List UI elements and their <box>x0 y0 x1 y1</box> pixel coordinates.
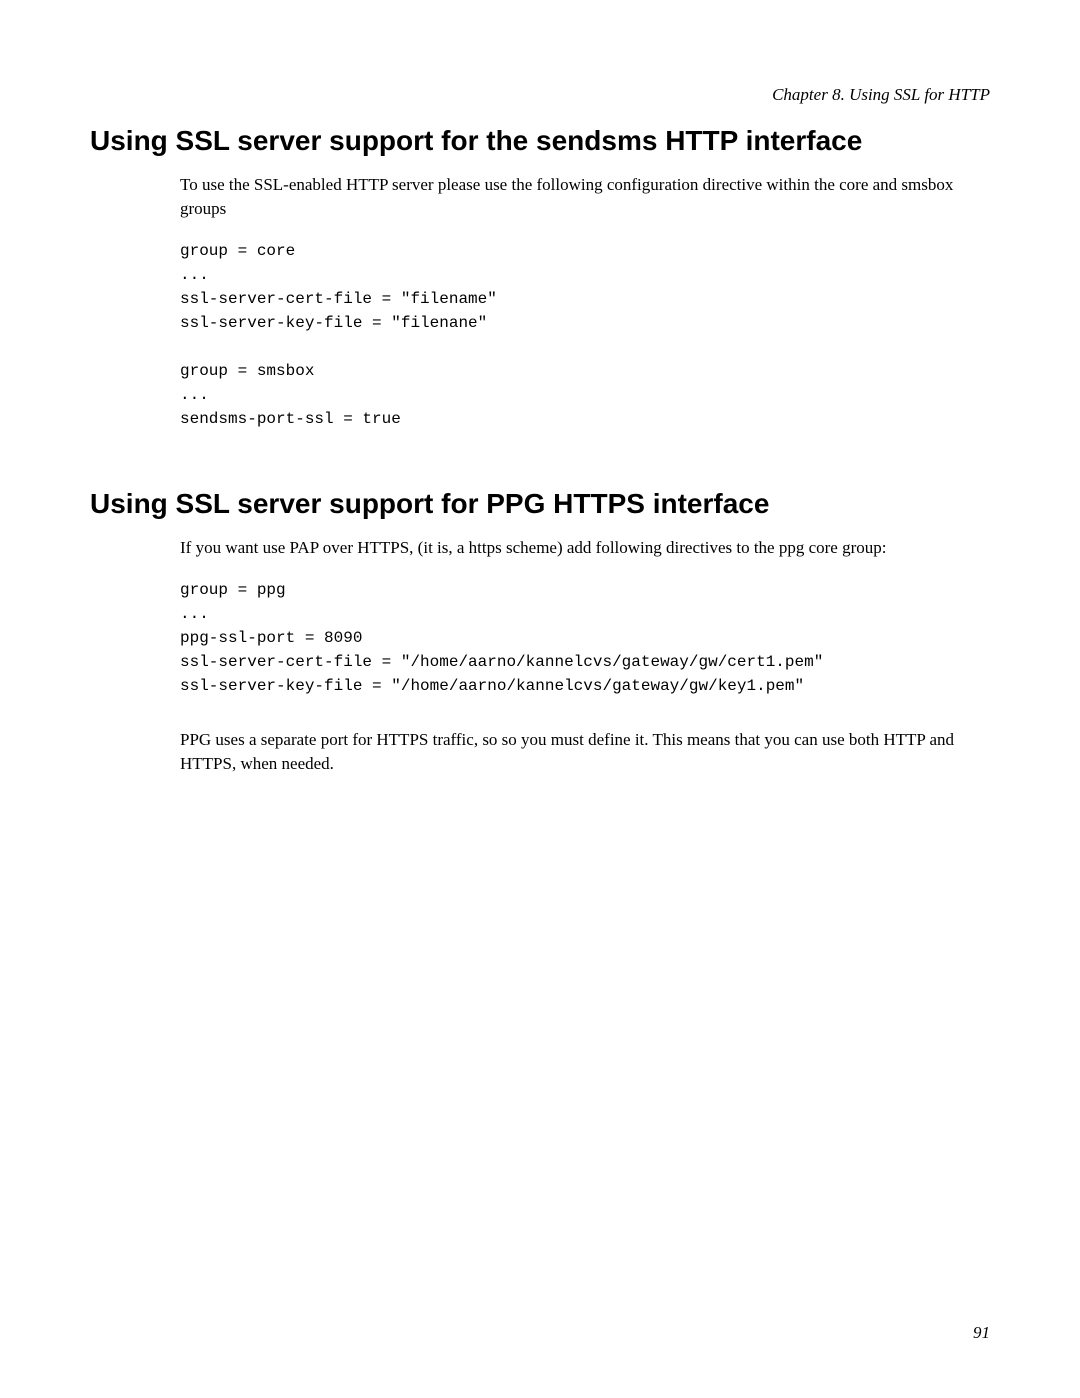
page-number: 91 <box>973 1323 990 1343</box>
paragraph-ppg-intro: If you want use PAP over HTTPS, (it is, … <box>180 536 990 560</box>
code-block-ppg: group = ppg ... ppg-ssl-port = 8090 ssl-… <box>180 578 990 698</box>
section-heading-sendsms: Using SSL server support for the sendsms… <box>90 123 990 159</box>
paragraph-ppg-note: PPG uses a separate port for HTTPS traff… <box>180 728 990 776</box>
paragraph-sendsms-intro: To use the SSL-enabled HTTP server pleas… <box>180 173 990 221</box>
chapter-header: Chapter 8. Using SSL for HTTP <box>90 85 990 105</box>
code-block-sendsms: group = core ... ssl-server-cert-file = … <box>180 239 990 431</box>
section-heading-ppg: Using SSL server support for PPG HTTPS i… <box>90 486 990 522</box>
